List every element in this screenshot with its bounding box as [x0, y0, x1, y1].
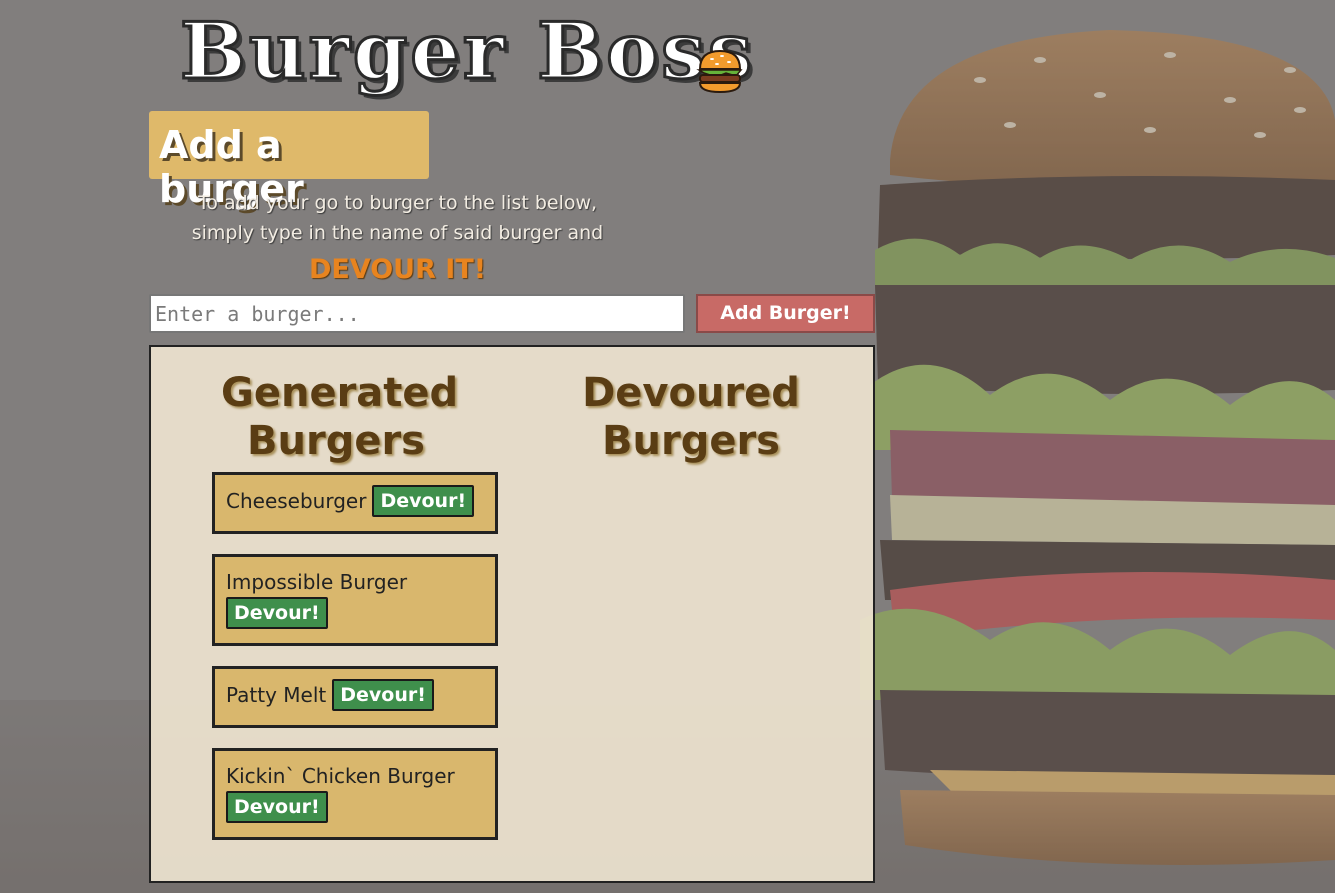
add-burger-button[interactable]: Add Burger! — [696, 294, 875, 333]
devour-it-callout: DEVOUR IT! — [308, 254, 487, 285]
add-burger-banner: Add a burger — [149, 111, 429, 211]
devour-button[interactable]: Devour! — [372, 485, 475, 517]
burger-name: Impossible Burger — [226, 570, 408, 594]
devour-button[interactable]: Devour! — [226, 597, 328, 629]
burger-name: Cheeseburger — [226, 489, 367, 513]
burger-emoji-icon — [696, 49, 743, 94]
generated-burger-card: Kickin` Chicken Burger Devour! — [212, 748, 498, 840]
generated-burgers-heading: Generated Burgers — [221, 370, 459, 464]
generated-burger-card: Cheeseburger Devour! — [212, 472, 498, 534]
burger-name: Patty Melt — [226, 683, 327, 707]
burger-name-input[interactable] — [149, 294, 685, 333]
generated-burger-card: Impossible Burger Devour! — [212, 554, 498, 646]
burger-name: Kickin` Chicken Burger — [226, 764, 455, 788]
devour-button[interactable]: Devour! — [332, 679, 434, 711]
instructions-text: To add your go to burger to the list bel… — [191, 192, 604, 244]
devour-button[interactable]: Devour! — [226, 791, 328, 823]
generated-burger-card: Patty Melt Devour! — [212, 666, 498, 728]
burger-lists-panel: Generated Burgers Devoured Burgers Chees… — [149, 345, 875, 883]
site-title: Burger Boss — [179, 5, 755, 99]
devoured-burgers-heading: Devoured Burgers — [582, 370, 800, 464]
